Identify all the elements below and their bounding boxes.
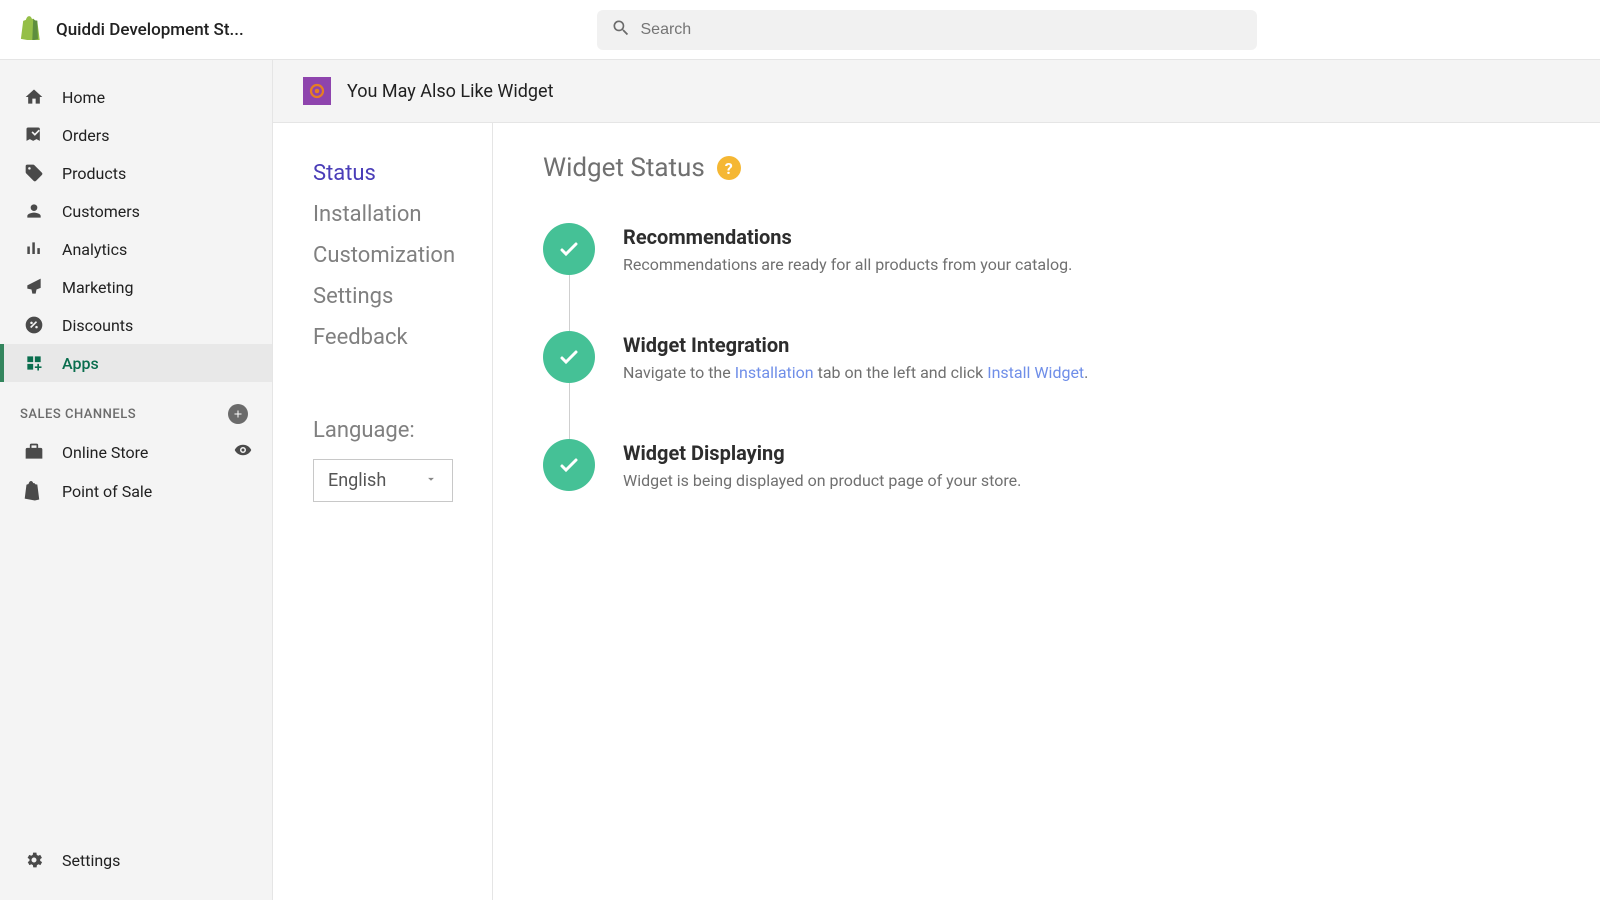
search-wrap [273,10,1580,50]
chevron-down-icon [424,470,438,491]
sidebar-item-discounts[interactable]: Discounts [0,306,272,344]
view-store-icon[interactable] [234,441,252,463]
status-title: Widget Status ? [543,153,1550,183]
sidebar: Home Orders Products Customers Analytics… [0,60,273,900]
check-icon [543,331,595,383]
step-desc: Widget is being displayed on product pag… [623,471,1021,490]
analytics-icon [24,239,44,259]
main: You May Also Like Widget Status Installa… [273,60,1600,900]
app-title: You May Also Like Widget [347,81,553,102]
sidebar-item-settings[interactable]: Settings [0,838,272,882]
language-value: English [328,470,386,491]
sidebar-item-label: Home [62,88,105,107]
app-nav-customization[interactable]: Customization [313,235,492,276]
search-icon [611,18,631,42]
sidebar-item-label: Products [62,164,126,183]
language-select[interactable]: English [313,459,453,502]
sidebar-item-orders[interactable]: Orders [0,116,272,154]
sidebar-item-label: Discounts [62,316,133,335]
sidebar-item-analytics[interactable]: Analytics [0,230,272,268]
orders-icon [24,125,44,145]
sidebar-item-label: Marketing [62,278,133,297]
logo-area: Quiddi Development St... [20,16,273,44]
step-desc: Recommendations are ready for all produc… [623,255,1072,274]
step-desc: Navigate to the Installation tab on the … [623,363,1088,382]
customers-icon [24,201,44,221]
sidebar-item-label: Analytics [62,240,127,259]
sidebar-item-label: Customers [62,202,140,221]
step-title: Widget Displaying [623,441,1021,465]
section-label: SALES CHANNELS [20,407,136,422]
app-nav-installation[interactable]: Installation [313,194,492,235]
sidebar-item-products[interactable]: Products [0,154,272,192]
app-header: You May Also Like Widget [273,60,1600,123]
step-title: Recommendations [623,225,1072,249]
status-steps: Recommendations Recommendations are read… [543,223,1550,491]
search-input[interactable] [641,21,1243,39]
status-title-text: Widget Status [543,153,705,183]
shopify-logo-icon [20,16,42,44]
check-icon [543,439,595,491]
app-icon [303,77,331,105]
app-nav-settings[interactable]: Settings [313,276,492,317]
topbar: Quiddi Development St... [0,0,1600,60]
channel-label: Point of Sale [62,482,152,501]
sidebar-item-label: Apps [62,354,99,373]
link-installation[interactable]: Installation [735,363,814,382]
marketing-icon [24,277,44,297]
store-icon [24,442,44,462]
channel-online-store[interactable]: Online Store [0,432,272,472]
step-displaying: Widget Displaying Widget is being displa… [543,439,1550,491]
discounts-icon [24,315,44,335]
app-nav-status[interactable]: Status [313,153,492,194]
app-sidebar: Status Installation Customization Settin… [273,123,493,900]
gear-icon [24,850,44,870]
check-icon [543,223,595,275]
language-label: Language: [313,418,492,443]
step-recommendations: Recommendations Recommendations are read… [543,223,1550,331]
sales-channels-header: SALES CHANNELS [0,382,272,432]
home-icon [24,87,44,107]
app-nav-feedback[interactable]: Feedback [313,317,492,358]
sidebar-item-marketing[interactable]: Marketing [0,268,272,306]
channel-label: Online Store [62,443,148,462]
status-panel: Widget Status ? Recommendations Recommen… [493,123,1600,900]
help-icon[interactable]: ? [717,156,741,180]
channel-point-of-sale[interactable]: Point of Sale [0,472,272,510]
sidebar-item-customers[interactable]: Customers [0,192,272,230]
step-integration: Widget Integration Navigate to the Insta… [543,331,1550,439]
settings-label: Settings [62,851,120,870]
link-install-widget[interactable]: Install Widget [987,363,1084,382]
apps-icon [24,353,44,373]
sidebar-item-apps[interactable]: Apps [0,344,272,382]
store-name[interactable]: Quiddi Development St... [56,20,244,40]
sidebar-item-label: Orders [62,126,109,145]
search-box[interactable] [597,10,1257,50]
sidebar-item-home[interactable]: Home [0,78,272,116]
products-icon [24,163,44,183]
add-channel-button[interactable] [228,404,248,424]
pos-icon [24,481,44,501]
step-title: Widget Integration [623,333,1088,357]
